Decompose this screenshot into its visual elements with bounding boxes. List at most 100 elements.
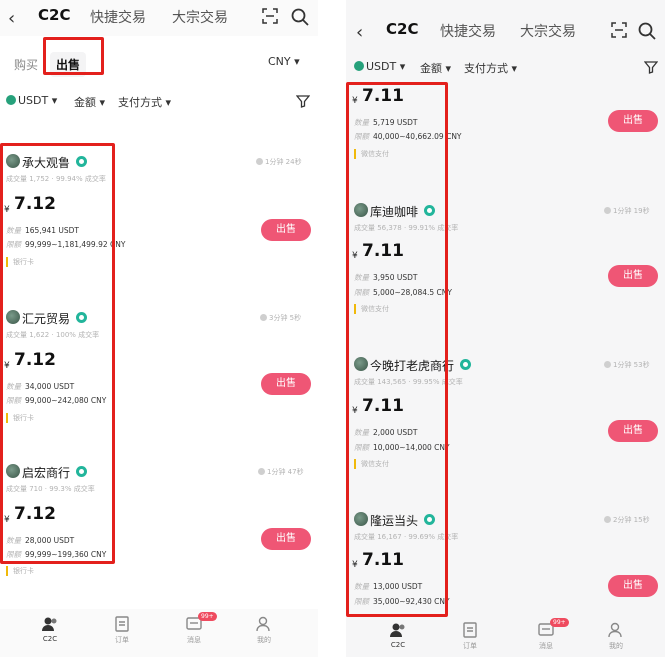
- order-limit: 限额 99,999~1,181,499.92 CNY: [6, 240, 126, 249]
- unit-price: 7.11: [362, 241, 404, 261]
- available-quantity: 数量 34,000 USDT: [6, 382, 75, 391]
- merchant-stats: 成交量 56,378 · 99.91% 成交率: [354, 224, 459, 232]
- merchant-name[interactable]: 库迪咖啡: [370, 203, 418, 220]
- tab-bulk-trade[interactable]: 大宗交易: [520, 21, 576, 41]
- payment-method: 微信支付: [354, 459, 389, 469]
- search-icon[interactable]: [291, 8, 309, 26]
- top-nav: ‹ C2C 快捷交易 大宗交易: [0, 0, 318, 36]
- nav-title-c2c[interactable]: C2C: [38, 6, 70, 24]
- sell-button[interactable]: 出售: [261, 373, 311, 395]
- unit-price: 7.12: [14, 194, 56, 214]
- unit-price: 7.11: [362, 86, 404, 106]
- scan-icon[interactable]: [611, 22, 627, 38]
- payment-method: 微信支付: [354, 149, 389, 159]
- segment-sell[interactable]: 出售: [50, 52, 87, 77]
- sell-button[interactable]: 出售: [608, 575, 658, 597]
- asset-filter[interactable]: USDT ▾: [354, 60, 405, 73]
- segment-buy[interactable]: 购买: [8, 52, 44, 77]
- payment-method: 微信支付: [354, 304, 389, 314]
- bottom-nav-orders[interactable]: 订单: [102, 615, 142, 645]
- bottom-nav-messages[interactable]: 99+ 消息: [526, 618, 569, 651]
- avatar: [354, 203, 368, 217]
- verified-badge-icon: [76, 156, 87, 167]
- order-limit: 限额 99,000~242,080 CNY: [6, 396, 107, 405]
- asset-filter[interactable]: USDT ▾: [6, 94, 57, 107]
- payment-time: 2分钟 15秒: [604, 515, 650, 525]
- clock-icon: [256, 158, 263, 165]
- payment-time: 1分钟 24秒: [256, 157, 302, 167]
- usdt-coin-icon: [354, 61, 364, 71]
- bottom-nav-c2c[interactable]: C2C: [378, 621, 418, 649]
- bottom-nav-c2c[interactable]: C2C: [30, 615, 70, 643]
- people-icon: [42, 617, 57, 631]
- filter-row: USDT ▾ 金额 ▾ 支付方式 ▾: [6, 94, 316, 110]
- funnel-filter-icon[interactable]: [644, 60, 658, 74]
- sell-button[interactable]: 出售: [261, 528, 311, 550]
- amount-filter[interactable]: 金额 ▾: [74, 94, 105, 110]
- payment-filter[interactable]: 支付方式 ▾: [118, 94, 171, 110]
- payment-time: 1分钟 19秒: [604, 206, 650, 216]
- payment-time: 1分钟 53秒: [604, 360, 650, 370]
- usdt-coin-icon: [6, 95, 16, 105]
- left-screenshot: ‹ C2C 快捷交易 大宗交易 购买 出售 CNY ▾ USDT ▾ 金额 ▾ …: [0, 0, 318, 657]
- payment-method: 银行卡: [6, 566, 34, 576]
- merchant-name[interactable]: 承大观鲁: [22, 154, 70, 171]
- order-list-icon: [115, 616, 129, 632]
- back-arrow-icon[interactable]: ‹: [8, 8, 15, 29]
- amount-filter[interactable]: 金额 ▾: [420, 60, 451, 76]
- merchant-stats: 成交量 143,565 · 99.95% 成交率: [354, 378, 463, 386]
- merchant-name[interactable]: 汇元贸易: [22, 310, 70, 327]
- available-quantity: 数量 13,000 USDT: [354, 582, 423, 591]
- bottom-nav-orders[interactable]: 订单: [450, 621, 490, 651]
- clock-icon: [604, 516, 611, 523]
- nav-title-c2c[interactable]: C2C: [386, 20, 418, 38]
- scan-icon[interactable]: [262, 8, 278, 24]
- unread-badge: 99+: [198, 612, 217, 621]
- unit-price: 7.12: [14, 504, 56, 524]
- available-quantity: 数量 2,000 USDT: [354, 428, 418, 437]
- avatar: [6, 464, 20, 478]
- order-limit: 限额 99,999~199,360 CNY: [6, 550, 107, 559]
- unread-badge: 99+: [550, 618, 569, 627]
- listing-card: 今晚打老虎商行 成交量 143,565 · 99.95% 成交率 1分钟 53秒…: [346, 355, 665, 505]
- payment-time: 3分钟 5秒: [260, 313, 301, 323]
- sell-button[interactable]: 出售: [261, 219, 311, 241]
- tab-quick-trade[interactable]: 快捷交易: [440, 21, 496, 41]
- verified-badge-icon: [424, 205, 435, 216]
- search-icon[interactable]: [638, 22, 656, 40]
- order-list-icon: [463, 622, 477, 638]
- tab-bulk-trade[interactable]: 大宗交易: [172, 7, 228, 27]
- unit-price: 7.12: [14, 350, 56, 370]
- unit-price: 7.11: [362, 550, 404, 570]
- bottom-nav-messages[interactable]: 99+ 消息: [174, 612, 217, 645]
- sell-button[interactable]: 出售: [608, 110, 658, 132]
- available-quantity: 数量 5,719 USDT: [354, 118, 418, 127]
- merchant-name[interactable]: 今晚打老虎商行: [370, 357, 454, 374]
- payment-filter[interactable]: 支付方式 ▾: [464, 60, 517, 76]
- back-arrow-icon[interactable]: ‹: [356, 22, 363, 43]
- merchant-name[interactable]: 启宏商行: [22, 464, 70, 481]
- avatar: [354, 357, 368, 371]
- available-quantity: 数量 3,950 USDT: [354, 273, 418, 282]
- sell-button[interactable]: 出售: [608, 420, 658, 442]
- listing-card: 启宏商行 成交量 710 · 99.3% 成交率 1分钟 47秒 ¥ 7.12 …: [0, 462, 318, 612]
- profile-icon: [256, 616, 270, 632]
- merchant-name[interactable]: 隆运当头: [370, 512, 418, 529]
- fiat-currency-select[interactable]: CNY ▾: [268, 55, 300, 68]
- bottom-nav-profile[interactable]: 我的: [596, 621, 636, 651]
- currency-symbol: ¥: [352, 96, 358, 106]
- tab-quick-trade[interactable]: 快捷交易: [90, 7, 146, 27]
- currency-symbol: ¥: [352, 406, 358, 416]
- verified-badge-icon: [76, 466, 87, 477]
- order-limit: 限额 5,000~28,084.5 CNY: [354, 288, 452, 297]
- bottom-nav: C2C 订单 99+ 消息 我的: [346, 617, 665, 657]
- verified-badge-icon: [424, 514, 435, 525]
- sell-button[interactable]: 出售: [608, 265, 658, 287]
- avatar: [354, 512, 368, 526]
- funnel-filter-icon[interactable]: [296, 94, 310, 108]
- available-quantity: 数量 165,941 USDT: [6, 226, 80, 235]
- verified-badge-icon: [76, 312, 87, 323]
- top-nav: ‹ C2C 快捷交易 大宗交易: [346, 14, 665, 50]
- order-limit: 限额 35,000~92,430 CNY: [354, 597, 450, 606]
- bottom-nav-profile[interactable]: 我的: [244, 615, 284, 645]
